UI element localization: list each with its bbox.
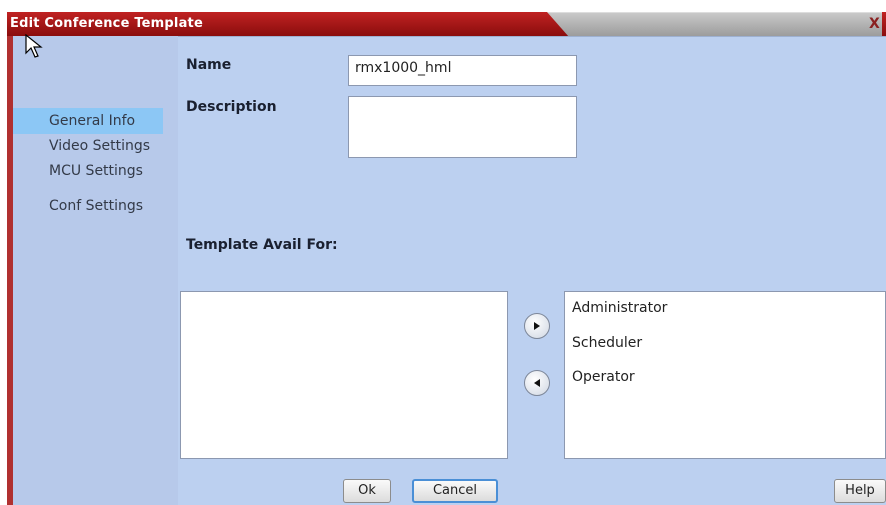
- template-avail-label: Template Avail For:: [186, 237, 338, 253]
- move-left-button[interactable]: [524, 370, 550, 396]
- list-item[interactable]: Operator: [572, 369, 635, 385]
- move-right-button[interactable]: [524, 313, 550, 339]
- selected-roles-list[interactable]: Administrator Scheduler Operator: [564, 291, 886, 459]
- description-field[interactable]: [348, 96, 577, 158]
- name-field[interactable]: rmx1000_hml: [348, 55, 577, 86]
- sidebar-item-video-settings[interactable]: Video Settings: [13, 133, 178, 159]
- cancel-button[interactable]: Cancel: [412, 479, 498, 503]
- sidebar-item-general-info[interactable]: General Info: [13, 108, 163, 134]
- name-label: Name: [186, 57, 232, 73]
- list-item[interactable]: Administrator: [572, 300, 667, 316]
- ok-button[interactable]: Ok: [343, 479, 391, 503]
- arrow-left-icon: [534, 379, 540, 387]
- general-info-panel: Name rmx1000_hml Description Template Av…: [178, 36, 886, 474]
- dialog-footer: Ok Cancel Help: [178, 473, 886, 505]
- mouse-cursor-icon: [25, 34, 43, 58]
- arrow-right-icon: [534, 322, 540, 330]
- description-label: Description: [186, 99, 277, 115]
- close-icon[interactable]: X: [869, 16, 883, 32]
- title-tab-decoration: [547, 12, 882, 37]
- sidebar-item-conf-settings[interactable]: Conf Settings: [13, 193, 178, 219]
- available-roles-list[interactable]: [180, 291, 508, 459]
- list-item[interactable]: Scheduler: [572, 335, 642, 351]
- sidebar-item-mcu-settings[interactable]: MCU Settings: [13, 158, 178, 184]
- title-bar[interactable]: Edit Conference Template X: [7, 12, 886, 37]
- edit-conference-template-dialog: Edit Conference Template X General Info …: [7, 12, 886, 505]
- help-button[interactable]: Help: [834, 479, 886, 503]
- sidebar: General Info Video Settings MCU Settings…: [13, 36, 178, 505]
- window-title: Edit Conference Template: [10, 16, 203, 31]
